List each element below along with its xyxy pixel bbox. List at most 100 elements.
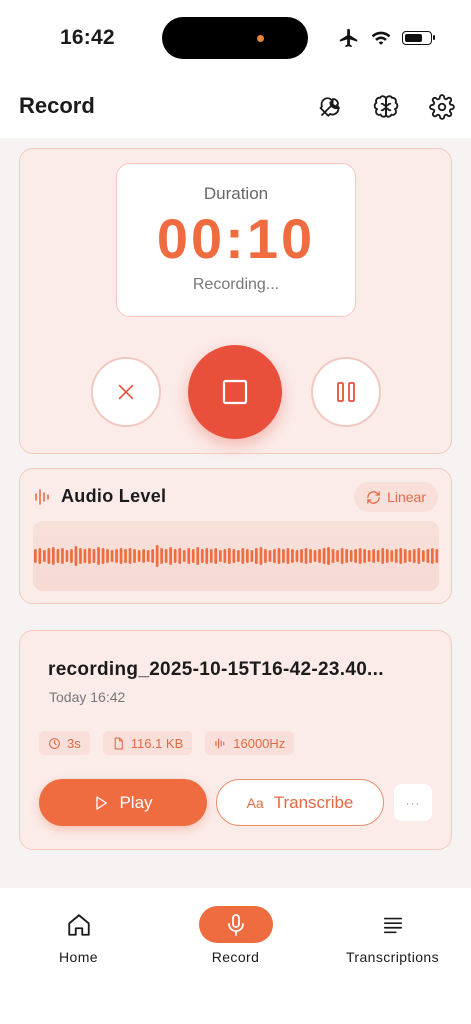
duration-chip-label: 3s: [67, 735, 81, 751]
waveform-bar: [367, 550, 371, 562]
waveform-bar: [219, 550, 222, 562]
stop-icon: [222, 379, 248, 405]
waveform-bar: [250, 550, 254, 562]
waveform-bar: [264, 549, 267, 563]
tab-home-icon-wrap: [42, 906, 116, 943]
waveform-bar: [241, 548, 245, 564]
waveform-bar: [304, 548, 308, 564]
waveform-bar: [358, 548, 362, 564]
waveform-bar: [431, 548, 434, 564]
tab-home-label: Home: [59, 949, 98, 965]
waveform-bar: [295, 550, 299, 562]
waveform-bar: [372, 549, 375, 563]
waveform-bar: [435, 549, 439, 563]
more-options-button[interactable]: ···: [394, 784, 432, 821]
tab-home[interactable]: Home: [0, 888, 157, 965]
status-time: 16:42: [60, 26, 115, 49]
tab-transcriptions-icon-wrap: [356, 906, 430, 943]
tab-transcriptions[interactable]: Transcriptions: [314, 888, 471, 965]
play-button[interactable]: Play: [39, 779, 207, 826]
recording-date: Today 16:42: [49, 689, 126, 705]
waveform-bar: [79, 548, 82, 564]
waveform-bar: [381, 548, 385, 564]
transcribe-button[interactable]: Aa Transcribe: [216, 779, 384, 826]
waveform-bar: [300, 549, 303, 563]
waveform-bar: [417, 548, 421, 564]
waveform-bar: [115, 549, 118, 563]
waveform-bar: [277, 548, 281, 564]
waveform-bar: [88, 548, 91, 564]
waveform-bar: [43, 550, 46, 562]
waveform-bar: [412, 549, 416, 563]
waveform-bar: [83, 549, 87, 563]
waveform-bar: [331, 549, 335, 563]
waveform-bar: [223, 549, 227, 563]
tab-record[interactable]: Record: [157, 888, 314, 965]
refresh-icon: [367, 490, 380, 504]
audio-level-title: Audio Level: [61, 486, 167, 506]
file-icon: [114, 737, 123, 749]
waveform-bar: [110, 550, 114, 562]
duration-chip: 3s: [39, 731, 90, 755]
gear-icon[interactable]: [428, 93, 456, 121]
waveform-bar: [106, 549, 109, 563]
waveform-bar: [214, 548, 218, 564]
waveform-bar: [327, 547, 330, 565]
waveform-bar: [200, 549, 204, 563]
waveform-bar: [291, 549, 294, 563]
waveform-bar: [169, 547, 172, 565]
tab-record-label: Record: [211, 949, 260, 965]
tab-bar: Home Record Transcriptions: [0, 888, 471, 1024]
recorder-card: Duration 00:10 Recording...: [19, 148, 452, 454]
waveform-bar: [155, 545, 159, 567]
app-header: Record: [0, 78, 471, 138]
waveform-bar: [92, 549, 96, 563]
waveform-bar: [354, 549, 357, 563]
size-chip: 116.1 KB: [102, 731, 193, 755]
brain-icon[interactable]: [372, 93, 400, 121]
tab-record-icon-wrap: [198, 906, 273, 943]
waveform-bar: [322, 548, 326, 564]
waveform-bar: [237, 550, 240, 562]
pause-icon: [337, 382, 355, 402]
waveform-bar: [70, 549, 73, 563]
waveform-bar: [286, 548, 290, 564]
waveform-bar: [273, 549, 276, 563]
waveform-bar: [246, 549, 249, 563]
pause-button[interactable]: [311, 357, 381, 427]
waveform-bar: [422, 550, 425, 562]
waveform-bar: [56, 549, 60, 563]
waveform-bar: [228, 548, 231, 564]
stop-button[interactable]: [188, 345, 282, 439]
text-format-icon: Aa: [246, 794, 264, 811]
duration-timer: 00:10: [156, 207, 316, 270]
clock-icon: [49, 737, 60, 749]
waveform-bar: [349, 550, 353, 562]
waveform-bar: [318, 549, 321, 563]
waveform-bar: [182, 550, 186, 562]
waveform-bar: [232, 549, 236, 563]
scale-mode-label: Linear: [387, 489, 426, 505]
waveform-bar: [313, 550, 317, 562]
transcribe-label: Transcribe: [273, 792, 354, 812]
list-icon: [383, 917, 402, 933]
airplane-icon: [339, 28, 358, 48]
waveform-bar: [34, 549, 37, 563]
waveform-bar: [255, 548, 258, 564]
recording-file-name[interactable]: recording_2025-10-15T16-42-23.40...: [48, 659, 384, 681]
waveform-bar: [408, 550, 412, 562]
waveform-icon: [215, 737, 225, 749]
waveform-bar: [209, 549, 213, 563]
waveform-bar: [164, 549, 168, 563]
waveform-bar: [426, 549, 430, 563]
waveform-bar: [173, 549, 177, 563]
waveform-bar: [38, 548, 42, 564]
scale-mode-button[interactable]: Linear: [354, 482, 438, 512]
waveform-bar: [151, 549, 154, 563]
wrench-icon[interactable]: [316, 93, 344, 121]
waveform-visualizer: [33, 521, 439, 591]
cancel-button[interactable]: [91, 357, 161, 427]
waveform-bar: [196, 547, 200, 565]
waveform-bar: [363, 549, 366, 563]
waveform-bar: [137, 550, 141, 562]
